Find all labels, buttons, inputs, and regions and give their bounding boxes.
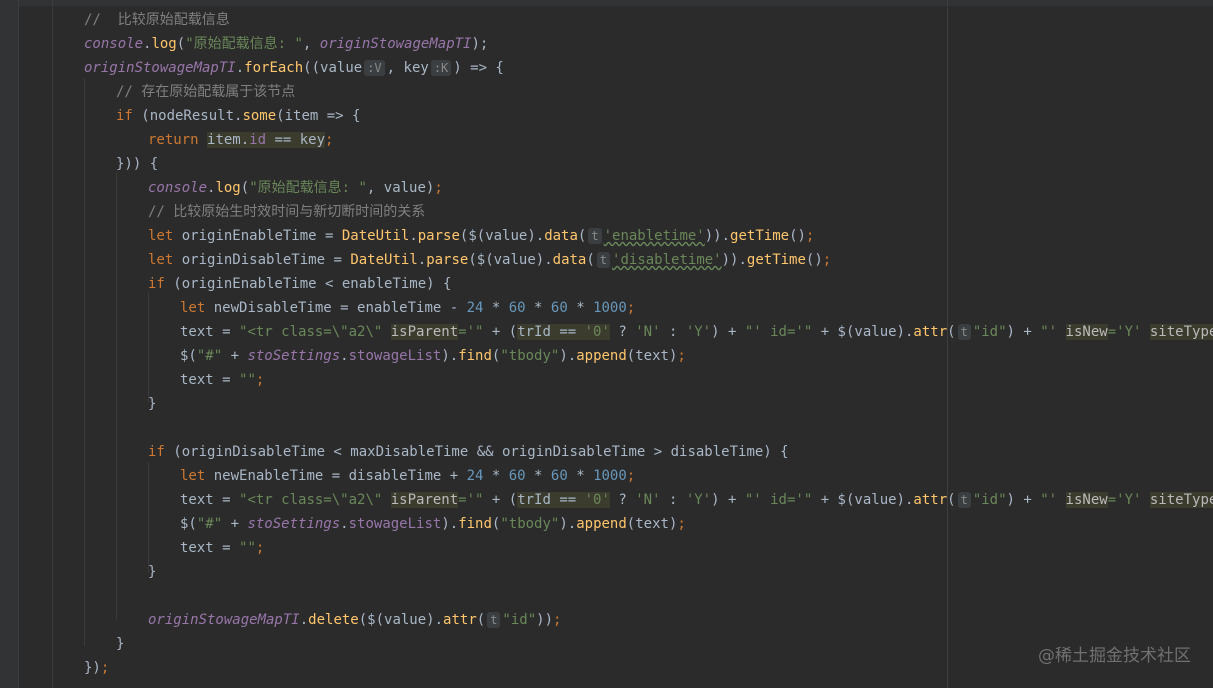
code-line[interactable]: })) { [116, 152, 158, 176]
string-literal: 'enabletime' [603, 228, 705, 244]
editor-top-strip [0, 0, 1213, 6]
right-margin-guide [947, 0, 948, 688]
code-line[interactable]: console.log("原始配载信息: ", value); [148, 176, 443, 200]
code-line[interactable]: } [148, 560, 156, 584]
param-hint: t [596, 252, 611, 268]
code-line[interactable]: $("#" + stoSettings.stowageList).find("t… [180, 512, 686, 536]
param-hint: t [487, 612, 501, 628]
code-line[interactable]: } [116, 632, 124, 656]
string-literal: "原始配载信息: " [249, 180, 367, 196]
code-line[interactable]: }); [84, 656, 109, 680]
comment: // 存在原始配载属于该节点 [116, 84, 296, 100]
code-line[interactable]: text = ""; [180, 368, 264, 392]
indent-guide [148, 462, 149, 572]
code-line[interactable]: if (nodeResult.some(item => { [116, 104, 360, 128]
indent-guide [116, 172, 117, 620]
code-line[interactable]: $("#" + stoSettings.stowageList).find("t… [180, 344, 686, 368]
type-hint: :K [430, 60, 452, 76]
type-hint: :V [364, 60, 385, 76]
code-line[interactable]: // 比较原始配载信息 [84, 8, 230, 32]
comment: // 比较原始配载信息 [84, 12, 230, 28]
editor-gutter [0, 0, 19, 688]
code-line[interactable]: return item.id == key; [148, 128, 333, 152]
code-line[interactable]: originStowageMapTI.forEach((value:V, key… [84, 56, 504, 80]
code-line[interactable]: let originDisableTime = DateUtil.parse($… [148, 248, 831, 272]
param-hint: t [957, 324, 971, 340]
code-line[interactable]: console.log("原始配载信息: ", originStowageMap… [84, 32, 488, 56]
code-line[interactable]: let originEnableTime = DateUtil.parse($(… [148, 224, 814, 248]
code-line[interactable]: text = ""; [180, 536, 264, 560]
code-line[interactable]: // 存在原始配载属于该节点 [116, 80, 295, 104]
code-line[interactable]: // 比较原始生时效时间与新切断时间的关系 [148, 200, 425, 224]
watermark-label: @稀土掘金技术社区 [1038, 646, 1191, 666]
param-hint: t [957, 492, 971, 508]
code-line[interactable]: if (originDisableTime < maxDisableTime &… [148, 440, 789, 464]
string-literal: 'disabletime' [612, 252, 722, 268]
string-literal: "原始配载信息: " [185, 36, 303, 52]
comment: // 比较原始生时效时间与新切断时间的关系 [148, 204, 426, 220]
indent-guide [148, 292, 149, 402]
code-line[interactable]: text = "<tr class=\"a2\" isParent='" + (… [180, 488, 1213, 512]
indent-guide [84, 78, 85, 646]
indent-guide [52, 0, 53, 688]
code-line[interactable]: originStowageMapTI.delete($(value).attr(… [148, 608, 561, 632]
code-line[interactable]: if (originEnableTime < enableTime) { [148, 272, 451, 296]
param-hint: t [588, 228, 602, 244]
code-line[interactable]: } [148, 392, 156, 416]
code-line[interactable]: let newDisableTime = enableTime - 24 * 6… [180, 296, 635, 320]
code-line[interactable]: text = "<tr class=\"a2\" isParent='" + (… [180, 320, 1213, 344]
code-line[interactable]: let newEnableTime = disableTime + 24 * 6… [180, 464, 635, 488]
